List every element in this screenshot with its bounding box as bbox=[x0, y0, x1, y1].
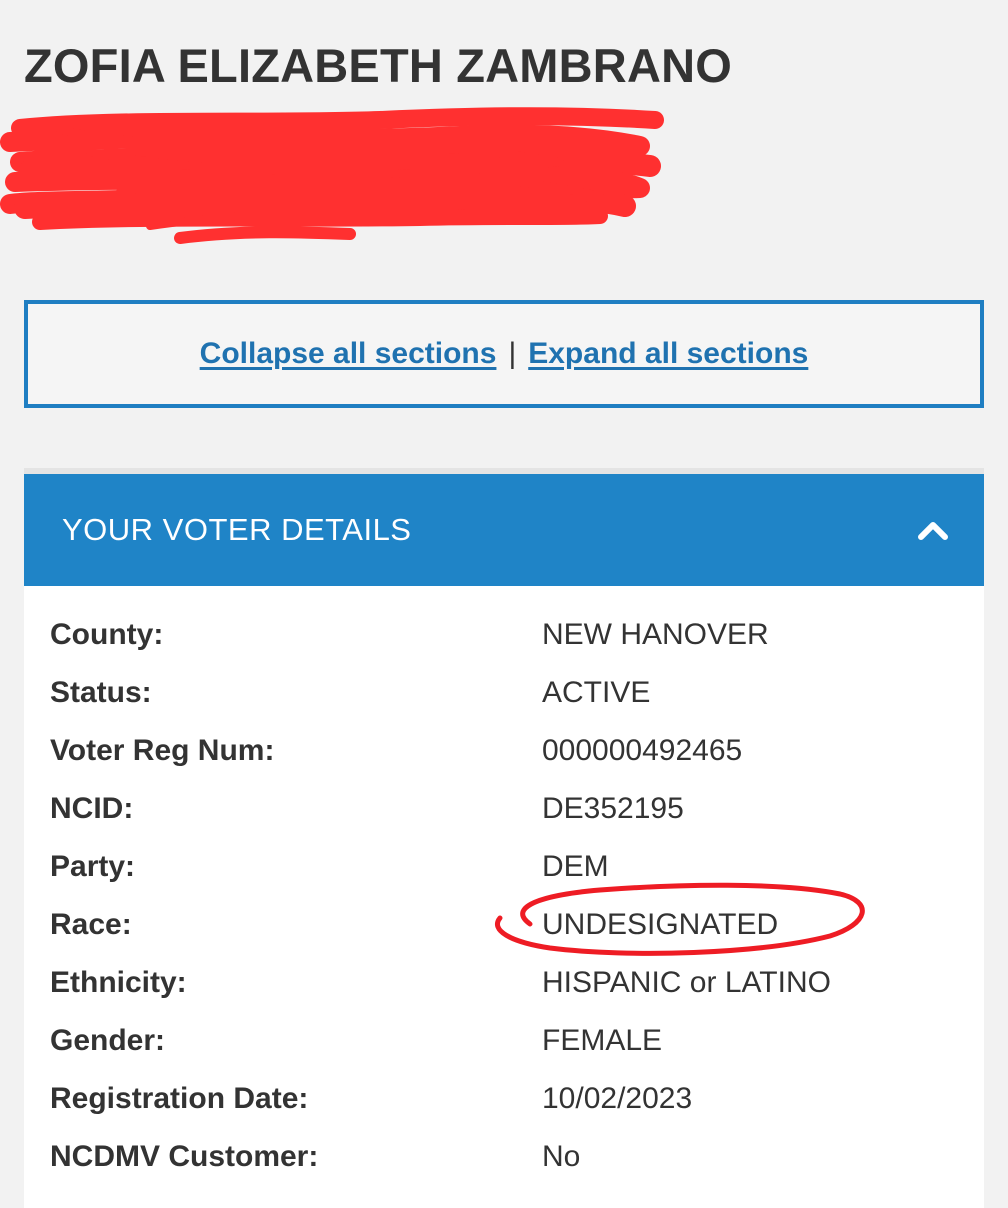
expand-all-sections-link[interactable]: Expand all sections bbox=[528, 337, 808, 371]
voter-details-list: County: NEW HANOVER Status: ACTIVE Voter… bbox=[50, 606, 970, 1186]
collapse-all-sections-link[interactable]: Collapse all sections bbox=[200, 337, 497, 371]
county-label: County: bbox=[50, 618, 164, 651]
section-toggle-bar: Collapse all sections | Expand all secti… bbox=[24, 300, 984, 408]
ethnicity-label: Ethnicity: bbox=[50, 966, 187, 999]
party-value: DEM bbox=[542, 850, 609, 883]
detail-row-ethnicity: Ethnicity: HISPANIC or LATINO bbox=[50, 954, 970, 1012]
voter-details-panel: YOUR VOTER DETAILS County: NEW HANOVER S… bbox=[24, 468, 984, 1208]
gender-label: Gender: bbox=[50, 1024, 166, 1057]
ncdmv-customer-value: No bbox=[542, 1140, 581, 1173]
detail-row-registration-date: Registration Date: 10/02/2023 bbox=[50, 1070, 970, 1128]
red-scribble-redaction bbox=[0, 107, 664, 244]
ncid-value: DE352195 bbox=[542, 792, 684, 825]
detail-row-race: Race: UNDESIGNATED bbox=[50, 896, 970, 954]
party-label: Party: bbox=[50, 850, 136, 883]
voter-details-header[interactable]: YOUR VOTER DETAILS bbox=[24, 474, 984, 586]
ncdmv-customer-label: NCDMV Customer: bbox=[50, 1140, 319, 1173]
link-separator: | bbox=[508, 337, 517, 370]
status-label: Status: bbox=[50, 676, 152, 709]
detail-row-county: County: NEW HANOVER bbox=[50, 606, 970, 664]
detail-row-party: Party: DEM bbox=[50, 838, 970, 896]
detail-row-ncid: NCID: DE352195 bbox=[50, 780, 970, 838]
detail-row-status: Status: ACTIVE bbox=[50, 664, 970, 722]
registration-date-value: 10/02/2023 bbox=[542, 1082, 693, 1115]
ethnicity-value: HISPANIC or LATINO bbox=[542, 966, 831, 999]
voter-reg-num-label: Voter Reg Num: bbox=[50, 734, 275, 767]
chevron-up-icon[interactable] bbox=[916, 513, 950, 547]
voter-name: ZOFIA ELIZABETH ZAMBRANO bbox=[24, 39, 732, 92]
race-value: UNDESIGNATED bbox=[542, 908, 779, 941]
race-label: Race: bbox=[50, 908, 132, 941]
detail-row-gender: Gender: FEMALE bbox=[50, 1012, 970, 1070]
ncid-label: NCID: bbox=[50, 792, 134, 825]
status-value: ACTIVE bbox=[542, 676, 651, 709]
gender-value: FEMALE bbox=[542, 1024, 663, 1057]
detail-row-voter-reg-num: Voter Reg Num: 000000492465 bbox=[50, 722, 970, 780]
county-value: NEW HANOVER bbox=[542, 618, 769, 651]
voter-details-title: YOUR VOTER DETAILS bbox=[62, 512, 412, 547]
registration-date-label: Registration Date: bbox=[50, 1082, 309, 1115]
voter-reg-num-value: 000000492465 bbox=[542, 734, 743, 767]
detail-row-ncdmv-customer: NCDMV Customer: No bbox=[50, 1128, 970, 1186]
